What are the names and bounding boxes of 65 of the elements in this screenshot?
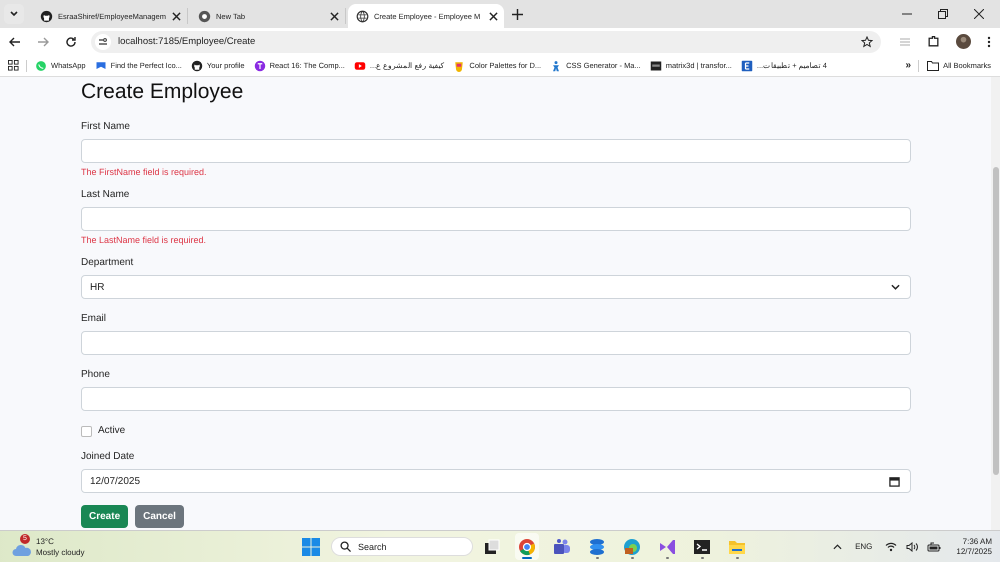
dark-square-icon xyxy=(650,60,662,72)
cup-icon xyxy=(453,60,466,72)
field-label: Joined Date xyxy=(81,451,136,463)
close-icon[interactable] xyxy=(172,12,181,20)
forward-icon[interactable] xyxy=(37,36,49,48)
search-icon xyxy=(340,541,351,552)
scrollbar[interactable] xyxy=(991,77,1000,530)
close-icon[interactable] xyxy=(489,12,498,20)
field-label: Department xyxy=(81,257,134,269)
site-settings-icon[interactable] xyxy=(95,34,111,50)
more-bookmarks-button[interactable]: » xyxy=(906,60,912,71)
create-button[interactable]: Create xyxy=(81,505,128,528)
reload-icon[interactable] xyxy=(65,36,77,48)
field-label: First Name xyxy=(81,121,131,133)
battery-icon[interactable] xyxy=(927,542,942,552)
chevron-icon xyxy=(891,284,900,290)
validation-message: The LastName field is required. xyxy=(81,235,208,245)
chat-bubble-icon xyxy=(35,60,47,72)
temperature: 13°C xyxy=(36,536,55,546)
stack-icon xyxy=(588,538,606,556)
cancel-button[interactable]: Cancel xyxy=(135,505,184,528)
address-bar[interactable]: localhost:7185/Employee/Create xyxy=(91,30,881,52)
language-indicator[interactable]: ENG xyxy=(855,542,872,551)
input-field[interactable] xyxy=(81,207,911,231)
terminal-icon xyxy=(693,538,711,556)
apps-grid-icon[interactable] xyxy=(8,60,19,71)
input-field[interactable] xyxy=(81,387,911,411)
close-icon[interactable] xyxy=(974,9,984,19)
weather-condition: Mostly cloudy xyxy=(36,546,84,558)
flag-icon xyxy=(94,60,107,72)
star-icon[interactable] xyxy=(861,36,873,48)
task-view-icon xyxy=(483,538,501,556)
logo-icon xyxy=(254,60,266,72)
close-icon[interactable] xyxy=(330,12,339,20)
avatar-icon[interactable] xyxy=(956,34,971,49)
validation-message: The FirstName field is required. xyxy=(81,167,208,177)
field-label: Last Name xyxy=(81,189,130,201)
volume-icon[interactable] xyxy=(906,542,918,552)
clock-time[interactable]: 7:36 AM xyxy=(962,536,992,546)
page-heading: Create Employee xyxy=(81,79,244,105)
play-icon xyxy=(354,60,366,72)
wifi-icon[interactable] xyxy=(885,542,898,552)
input-field[interactable] xyxy=(81,331,911,355)
new-tab-icon[interactable] xyxy=(512,8,523,20)
start-icon[interactable] xyxy=(302,538,320,556)
search-field[interactable]: Search xyxy=(331,537,473,556)
people-icon xyxy=(553,538,571,556)
more-menu-icon[interactable] xyxy=(987,36,991,48)
checkbox[interactable] xyxy=(81,426,92,436)
restore-icon[interactable] xyxy=(938,9,948,19)
checkbox-label: Active xyxy=(98,425,126,437)
input-field[interactable] xyxy=(81,139,911,163)
clock-date[interactable]: 12/7/2025 xyxy=(956,546,992,556)
date-field[interactable]: 12/07/2025 xyxy=(81,469,911,493)
chevron-up-icon[interactable] xyxy=(833,544,842,550)
folder-icon xyxy=(927,60,940,71)
back-icon[interactable] xyxy=(9,36,21,48)
dropdown[interactable]: HR xyxy=(81,275,911,299)
puzzle-icon[interactable] xyxy=(927,35,940,48)
field-label: Email xyxy=(81,313,108,325)
field-label: Phone xyxy=(81,369,111,381)
cloud-icon xyxy=(12,542,32,556)
calendar-icon[interactable] xyxy=(889,476,900,486)
letter-square-icon xyxy=(740,60,753,72)
globe-icon xyxy=(356,10,369,22)
